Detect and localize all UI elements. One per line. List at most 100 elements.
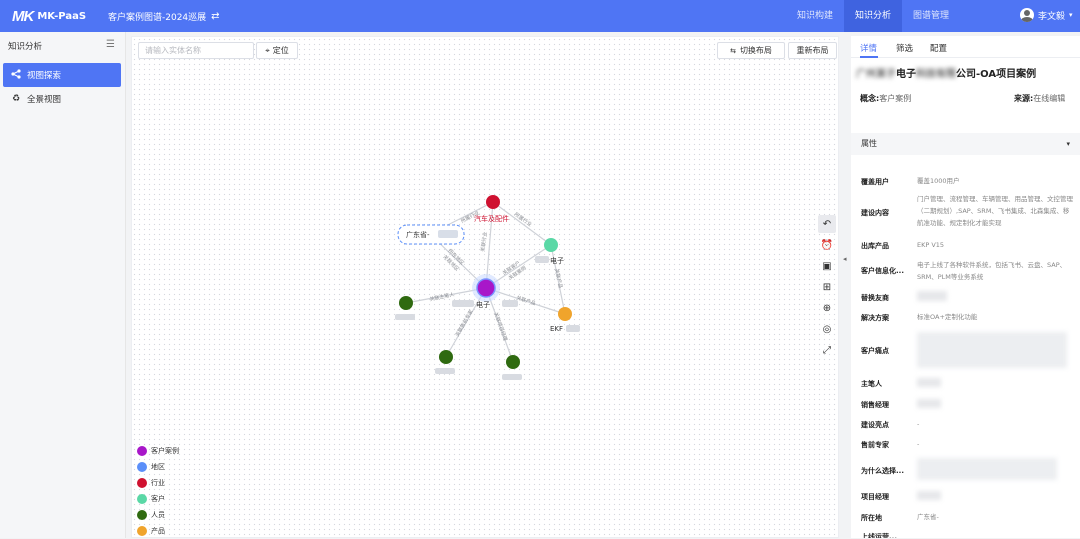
center-node[interactable]	[476, 278, 496, 298]
undo-icon[interactable]: ↶	[818, 215, 836, 233]
attr-key: 销售经理	[861, 401, 889, 409]
legend-dot	[137, 462, 147, 472]
redacted-text	[438, 230, 458, 238]
person-node[interactable]	[399, 296, 413, 310]
chevron-down-icon: ▾	[1069, 11, 1073, 19]
redacted-text	[566, 325, 580, 332]
attr-key: 售前专家	[861, 441, 889, 449]
attr-value: 电子上线了各种软件系统，包括飞书、云盘、SAP、SRM、PLM等业务系统	[917, 261, 1067, 281]
avatar	[1020, 8, 1034, 22]
sidebar: 知识分析 ☰ 视图探索 ♻ 全景视图	[0, 32, 126, 538]
person-node[interactable]	[439, 350, 453, 364]
nav-tab-knowledge-build[interactable]: 知识构建	[786, 0, 844, 32]
sidebar-item-label: 视图探索	[27, 71, 62, 81]
image-icon[interactable]: ▣	[818, 257, 836, 275]
attr-value: 覆盖1000用户	[917, 177, 960, 185]
sidebar-title: 知识分析	[8, 42, 43, 52]
sidebar-item-panorama[interactable]: ♻ 全景视图	[3, 87, 121, 111]
attr-key: 主笔人	[861, 380, 882, 388]
legend-item[interactable]: 客户	[137, 491, 179, 507]
attr-value: 标准OA+定制化功能	[917, 313, 978, 321]
attr-value-redacted	[917, 399, 941, 408]
active-tab-indicator	[860, 56, 878, 58]
legend-label: 人员	[151, 511, 165, 519]
redacted-text	[435, 368, 455, 374]
project-selector[interactable]: 客户案例图谱-2024巡展 ⇄	[108, 10, 220, 23]
chevron-down-icon: ▾	[1066, 140, 1070, 148]
collapse-panel-icon[interactable]: ◂	[843, 255, 847, 263]
legend-item[interactable]: 产品	[137, 523, 179, 539]
attr-key: 建设亮点	[861, 421, 889, 429]
fullscreen-icon[interactable]: ⤢	[818, 341, 836, 359]
sidebar-item-view-explore[interactable]: 视图探索	[3, 63, 121, 87]
attr-value-redacted	[917, 332, 1067, 368]
share-nodes-icon	[10, 68, 22, 82]
nav-tab-knowledge-analysis[interactable]: 知识分析	[844, 0, 902, 32]
attr-key: 项目经理	[861, 493, 889, 501]
product-node-label: EKF	[550, 325, 563, 333]
concept-field: 概念:客户案例	[860, 93, 911, 104]
redacted-text	[502, 300, 518, 307]
center-node-label: 电子	[476, 300, 490, 309]
attr-key: 覆盖用户	[861, 178, 889, 186]
attr-value-redacted	[917, 291, 947, 301]
collapse-menu-icon[interactable]: ☰	[106, 39, 115, 50]
legend-dot	[137, 494, 147, 504]
attr-key: 解决方案	[861, 314, 889, 322]
graph-canvas[interactable]: ⌖ 定位 ⇆ 切换布局 重新布局 所属行业 所属行业 关联行业 关联客户 关联案…	[131, 36, 839, 538]
tab-config[interactable]: 配置	[930, 42, 947, 54]
redacted-text	[535, 256, 549, 263]
product-node[interactable]	[558, 307, 572, 321]
edge-label: 关联售前专家	[454, 309, 475, 338]
edge-label: 关联主笔人	[429, 291, 455, 303]
section-title: 属性	[861, 139, 877, 148]
customer-node[interactable]	[544, 238, 558, 252]
app-logo[interactable]: MK MK-PaaS	[12, 7, 86, 25]
attr-value: EKP V15	[917, 241, 945, 249]
recycle-icon: ♻	[11, 94, 21, 104]
redacted-text	[395, 314, 415, 320]
top-navigation-bar: MK MK-PaaS 客户案例图谱-2024巡展 ⇄ 知识构建 知识分析 图谱管…	[0, 0, 1080, 32]
region-node-label: 广东省-	[406, 230, 430, 239]
knowledge-graph[interactable]: 所属行业 所属行业 关联行业 关联客户 关联案例 所在地区 关联地区 关联产品 …	[132, 37, 838, 537]
logo-mark: MK	[12, 7, 34, 25]
attr-key: 客户痛点	[861, 347, 889, 355]
legend-item[interactable]: 地区	[137, 459, 179, 475]
user-name: 李文毅	[1038, 11, 1066, 22]
person-node[interactable]	[506, 355, 520, 369]
legend-item[interactable]: 行业	[137, 475, 179, 491]
edge-label: 关联行业	[479, 231, 489, 252]
graph-legend: 客户案例 地区 行业 客户 人员 产品	[137, 443, 179, 539]
legend-item[interactable]: 客户案例	[137, 443, 179, 459]
legend-dot	[137, 510, 147, 520]
nav-tab-graph-management[interactable]: 图谱管理	[902, 0, 960, 32]
grid-image-icon[interactable]: ⊞	[818, 278, 836, 296]
graph-toolbar: ↶ ⏰ ▣ ⊞ ⊕ ◎ ⤢	[818, 215, 836, 362]
focus-icon[interactable]: ◎	[818, 320, 836, 338]
source-label: 来源:	[1014, 94, 1034, 103]
swap-icon[interactable]: ⇄	[211, 11, 219, 22]
attr-value: -	[917, 440, 920, 448]
attributes-section-header[interactable]: 属性 ▾	[851, 133, 1080, 155]
attr-key: 上线运营...	[861, 533, 897, 538]
industry-node-label: 汽车及配件	[474, 214, 509, 223]
tab-details[interactable]: 详情	[860, 42, 877, 54]
entity-title: 广州某子电子科技有限公司-OA项目案例	[856, 69, 1037, 80]
industry-node[interactable]	[486, 195, 500, 209]
user-menu[interactable]: 李文毅 ▾	[1020, 8, 1073, 22]
legend-item[interactable]: 人员	[137, 507, 179, 523]
alarm-icon[interactable]: ⏰	[818, 236, 836, 254]
edge-label: 关联产品	[553, 268, 564, 289]
edge-label: 关联产品	[515, 294, 536, 307]
edge-industry-customer	[492, 201, 552, 246]
attr-value-redacted	[917, 491, 941, 500]
legend-label: 客户案例	[151, 447, 179, 455]
attr-key: 客户信息化...	[861, 267, 904, 275]
tab-filter[interactable]: 筛选	[896, 42, 913, 54]
source-field: 来源:在线编辑	[1014, 93, 1065, 104]
attr-key: 为什么选择...	[861, 467, 904, 475]
zoom-in-icon[interactable]: ⊕	[818, 299, 836, 317]
legend-label: 地区	[151, 463, 165, 471]
redacted-text	[502, 374, 522, 380]
panel-tabs: 详情 筛选 配置	[851, 36, 1080, 58]
